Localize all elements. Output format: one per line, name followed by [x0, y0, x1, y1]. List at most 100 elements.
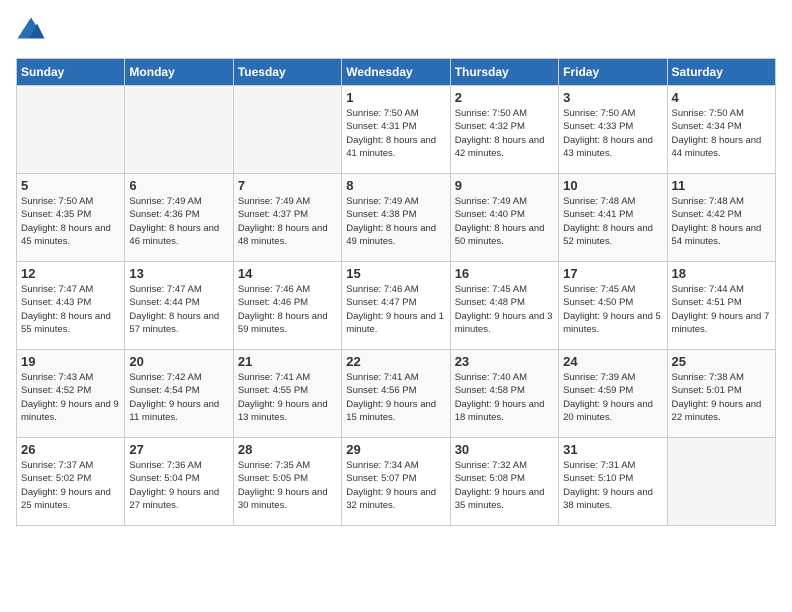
day-number: 26: [21, 442, 120, 457]
day-info: Sunrise: 7:49 AM Sunset: 4:37 PM Dayligh…: [238, 195, 337, 248]
day-number: 7: [238, 178, 337, 193]
calendar-cell: 13 Sunrise: 7:47 AM Sunset: 4:44 PM Dayli…: [125, 262, 233, 350]
day-info: Sunrise: 7:32 AM Sunset: 5:08 PM Dayligh…: [455, 459, 554, 512]
day-number: 15: [346, 266, 445, 281]
weekday-header-saturday: Saturday: [667, 59, 775, 86]
day-info: Sunrise: 7:38 AM Sunset: 5:01 PM Dayligh…: [672, 371, 771, 424]
day-info: Sunrise: 7:45 AM Sunset: 4:50 PM Dayligh…: [563, 283, 662, 336]
calendar-cell: 30 Sunrise: 7:32 AM Sunset: 5:08 PM Dayli…: [450, 438, 558, 526]
calendar-cell: 20Sunrise: 7:42 AM Sunset: 4:54 PM Dayli…: [125, 350, 233, 438]
day-info: Sunrise: 7:40 AM Sunset: 4:58 PM Dayligh…: [455, 371, 554, 424]
calendar-cell: 24 Sunrise: 7:39 AM Sunset: 4:59 PM Dayli…: [559, 350, 667, 438]
day-info: Sunrise: 7:45 AM Sunset: 4:48 PM Dayligh…: [455, 283, 554, 336]
calendar-cell: 1 Sunrise: 7:50 AM Sunset: 4:31 PM Daylig…: [342, 86, 450, 174]
calendar-cell: 6 Sunrise: 7:49 AM Sunset: 4:36 PM Daylig…: [125, 174, 233, 262]
day-number: 10: [563, 178, 662, 193]
calendar-cell: 19 Sunrise: 7:43 AM Sunset: 4:52 PM Dayli…: [17, 350, 125, 438]
day-info: Sunrise: 7:44 AM Sunset: 4:51 PM Dayligh…: [672, 283, 771, 336]
logo: [16, 16, 50, 46]
calendar-cell: 15 Sunrise: 7:46 AM Sunset: 4:47 PM Dayli…: [342, 262, 450, 350]
day-info: Sunrise: 7:47 AM Sunset: 4:43 PM Dayligh…: [21, 283, 120, 336]
calendar-cell: [233, 86, 341, 174]
calendar-cell: 21 Sunrise: 7:41 AM Sunset: 4:55 PM Dayli…: [233, 350, 341, 438]
day-info: Sunrise: 7:43 AM Sunset: 4:52 PM Dayligh…: [21, 371, 120, 424]
day-number: 8: [346, 178, 445, 193]
day-number: 12: [21, 266, 120, 281]
calendar-cell: 9Sunrise: 7:49 AM Sunset: 4:40 PM Daylig…: [450, 174, 558, 262]
day-number: 23: [455, 354, 554, 369]
calendar-cell: 12 Sunrise: 7:47 AM Sunset: 4:43 PM Dayli…: [17, 262, 125, 350]
weekday-header-friday: Friday: [559, 59, 667, 86]
calendar-cell: 7 Sunrise: 7:49 AM Sunset: 4:37 PM Daylig…: [233, 174, 341, 262]
calendar-cell: 26 Sunrise: 7:37 AM Sunset: 5:02 PM Dayli…: [17, 438, 125, 526]
page-header: [16, 16, 776, 46]
day-info: Sunrise: 7:36 AM Sunset: 5:04 PM Dayligh…: [129, 459, 228, 512]
calendar-cell: 17Sunrise: 7:45 AM Sunset: 4:50 PM Dayli…: [559, 262, 667, 350]
calendar-cell: 14 Sunrise: 7:46 AM Sunset: 4:46 PM Dayli…: [233, 262, 341, 350]
calendar-cell: 16 Sunrise: 7:45 AM Sunset: 4:48 PM Dayli…: [450, 262, 558, 350]
day-info: Sunrise: 7:41 AM Sunset: 4:56 PM Dayligh…: [346, 371, 445, 424]
day-number: 27: [129, 442, 228, 457]
calendar-table: SundayMondayTuesdayWednesdayThursdayFrid…: [16, 58, 776, 526]
calendar-cell: 5 Sunrise: 7:50 AM Sunset: 4:35 PM Daylig…: [17, 174, 125, 262]
day-info: Sunrise: 7:50 AM Sunset: 4:34 PM Dayligh…: [672, 107, 771, 160]
day-number: 13: [129, 266, 228, 281]
calendar-cell: [17, 86, 125, 174]
week-row-2: 5 Sunrise: 7:50 AM Sunset: 4:35 PM Daylig…: [17, 174, 776, 262]
calendar-cell: [667, 438, 775, 526]
day-info: Sunrise: 7:31 AM Sunset: 5:10 PM Dayligh…: [563, 459, 662, 512]
day-info: Sunrise: 7:49 AM Sunset: 4:36 PM Dayligh…: [129, 195, 228, 248]
day-number: 30: [455, 442, 554, 457]
day-number: 4: [672, 90, 771, 105]
day-info: Sunrise: 7:46 AM Sunset: 4:47 PM Dayligh…: [346, 283, 445, 336]
calendar-cell: 3Sunrise: 7:50 AM Sunset: 4:33 PM Daylig…: [559, 86, 667, 174]
day-info: Sunrise: 7:48 AM Sunset: 4:41 PM Dayligh…: [563, 195, 662, 248]
day-number: 6: [129, 178, 228, 193]
calendar-cell: 22 Sunrise: 7:41 AM Sunset: 4:56 PM Dayli…: [342, 350, 450, 438]
calendar-cell: 31 Sunrise: 7:31 AM Sunset: 5:10 PM Dayli…: [559, 438, 667, 526]
day-number: 9: [455, 178, 554, 193]
weekday-header-wednesday: Wednesday: [342, 59, 450, 86]
weekday-header-row: SundayMondayTuesdayWednesdayThursdayFrid…: [17, 59, 776, 86]
day-number: 24: [563, 354, 662, 369]
day-info: Sunrise: 7:50 AM Sunset: 4:32 PM Dayligh…: [455, 107, 554, 160]
day-info: Sunrise: 7:46 AM Sunset: 4:46 PM Dayligh…: [238, 283, 337, 336]
day-number: 25: [672, 354, 771, 369]
day-number: 19: [21, 354, 120, 369]
calendar-cell: 27 Sunrise: 7:36 AM Sunset: 5:04 PM Dayli…: [125, 438, 233, 526]
calendar-cell: 18 Sunrise: 7:44 AM Sunset: 4:51 PM Dayli…: [667, 262, 775, 350]
week-row-4: 19 Sunrise: 7:43 AM Sunset: 4:52 PM Dayli…: [17, 350, 776, 438]
weekday-header-monday: Monday: [125, 59, 233, 86]
day-number: 18: [672, 266, 771, 281]
day-info: Sunrise: 7:35 AM Sunset: 5:05 PM Dayligh…: [238, 459, 337, 512]
day-info: Sunrise: 7:49 AM Sunset: 4:38 PM Dayligh…: [346, 195, 445, 248]
calendar-cell: 2 Sunrise: 7:50 AM Sunset: 4:32 PM Daylig…: [450, 86, 558, 174]
day-info: Sunrise: 7:50 AM Sunset: 4:33 PM Dayligh…: [563, 107, 662, 160]
day-number: 29: [346, 442, 445, 457]
day-number: 28: [238, 442, 337, 457]
calendar-cell: 10 Sunrise: 7:48 AM Sunset: 4:41 PM Dayli…: [559, 174, 667, 262]
day-number: 22: [346, 354, 445, 369]
weekday-header-tuesday: Tuesday: [233, 59, 341, 86]
day-number: 2: [455, 90, 554, 105]
day-number: 5: [21, 178, 120, 193]
day-info: Sunrise: 7:50 AM Sunset: 4:31 PM Dayligh…: [346, 107, 445, 160]
day-info: Sunrise: 7:47 AM Sunset: 4:44 PM Dayligh…: [129, 283, 228, 336]
calendar-cell: 8 Sunrise: 7:49 AM Sunset: 4:38 PM Daylig…: [342, 174, 450, 262]
day-info: Sunrise: 7:34 AM Sunset: 5:07 PM Dayligh…: [346, 459, 445, 512]
day-info: Sunrise: 7:50 AM Sunset: 4:35 PM Dayligh…: [21, 195, 120, 248]
calendar-cell: 23 Sunrise: 7:40 AM Sunset: 4:58 PM Dayli…: [450, 350, 558, 438]
day-number: 21: [238, 354, 337, 369]
day-info: Sunrise: 7:41 AM Sunset: 4:55 PM Dayligh…: [238, 371, 337, 424]
day-number: 20: [129, 354, 228, 369]
day-number: 14: [238, 266, 337, 281]
day-number: 31: [563, 442, 662, 457]
calendar-cell: 11Sunrise: 7:48 AM Sunset: 4:42 PM Dayli…: [667, 174, 775, 262]
week-row-5: 26 Sunrise: 7:37 AM Sunset: 5:02 PM Dayli…: [17, 438, 776, 526]
logo-icon: [16, 16, 46, 46]
day-info: Sunrise: 7:37 AM Sunset: 5:02 PM Dayligh…: [21, 459, 120, 512]
day-info: Sunrise: 7:48 AM Sunset: 4:42 PM Dayligh…: [672, 195, 771, 248]
day-number: 1: [346, 90, 445, 105]
day-number: 16: [455, 266, 554, 281]
day-info: Sunrise: 7:39 AM Sunset: 4:59 PM Dayligh…: [563, 371, 662, 424]
